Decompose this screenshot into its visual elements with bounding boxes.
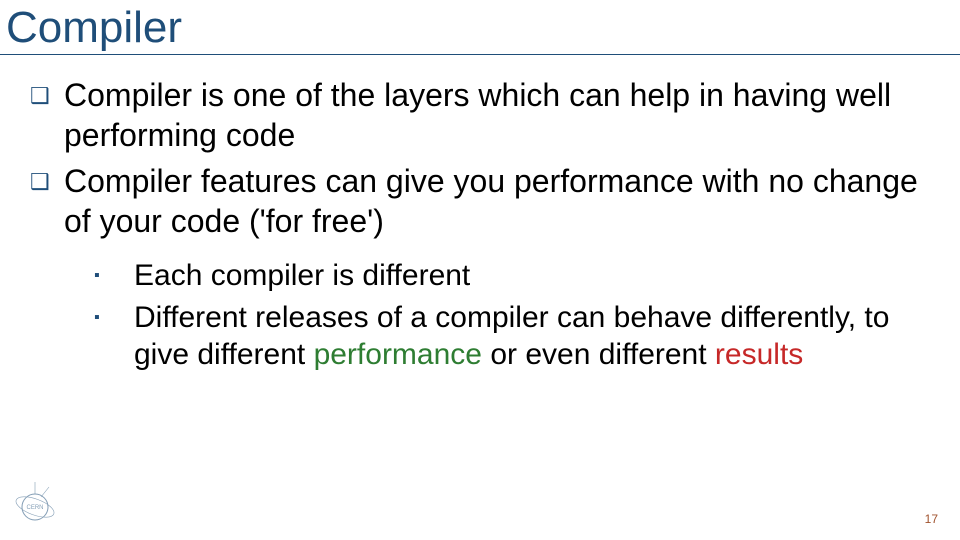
slide-content: ❑ Compiler is one of the layers which ca… [0,55,960,374]
bullet-item: ❑ Compiler features can give you perform… [30,161,930,241]
square-bullet-icon: ❑ [30,161,64,197]
sub-bullet-list: ▪ Each compiler is different ▪ Different… [94,257,930,374]
bullet-text: Compiler features can give you performan… [64,161,930,241]
sub-bullet-text: Different releases of a compiler can beh… [134,299,930,374]
small-square-bullet-icon: ▪ [94,257,134,287]
page-number: 17 [925,512,938,526]
slide-title: Compiler [0,0,960,55]
highlight-performance: performance [314,338,482,371]
bullet-item: ❑ Compiler is one of the layers which ca… [30,75,930,155]
highlight-results: results [715,338,803,371]
sub-bullet-text: Each compiler is different [134,257,470,295]
bullet-text: Compiler is one of the layers which can … [64,75,930,155]
sub-bullet-item: ▪ Different releases of a compiler can b… [94,299,930,374]
bullet-list: ❑ Compiler is one of the layers which ca… [30,75,930,241]
sub-bullet-item: ▪ Each compiler is different [94,257,930,295]
slide: Compiler ❑ Compiler is one of the layers… [0,0,960,540]
square-bullet-icon: ❑ [30,75,64,111]
cern-logo-icon: CERN [10,482,60,532]
small-square-bullet-icon: ▪ [94,299,134,329]
text-fragment: or even different [482,338,715,371]
svg-text:CERN: CERN [26,505,43,511]
